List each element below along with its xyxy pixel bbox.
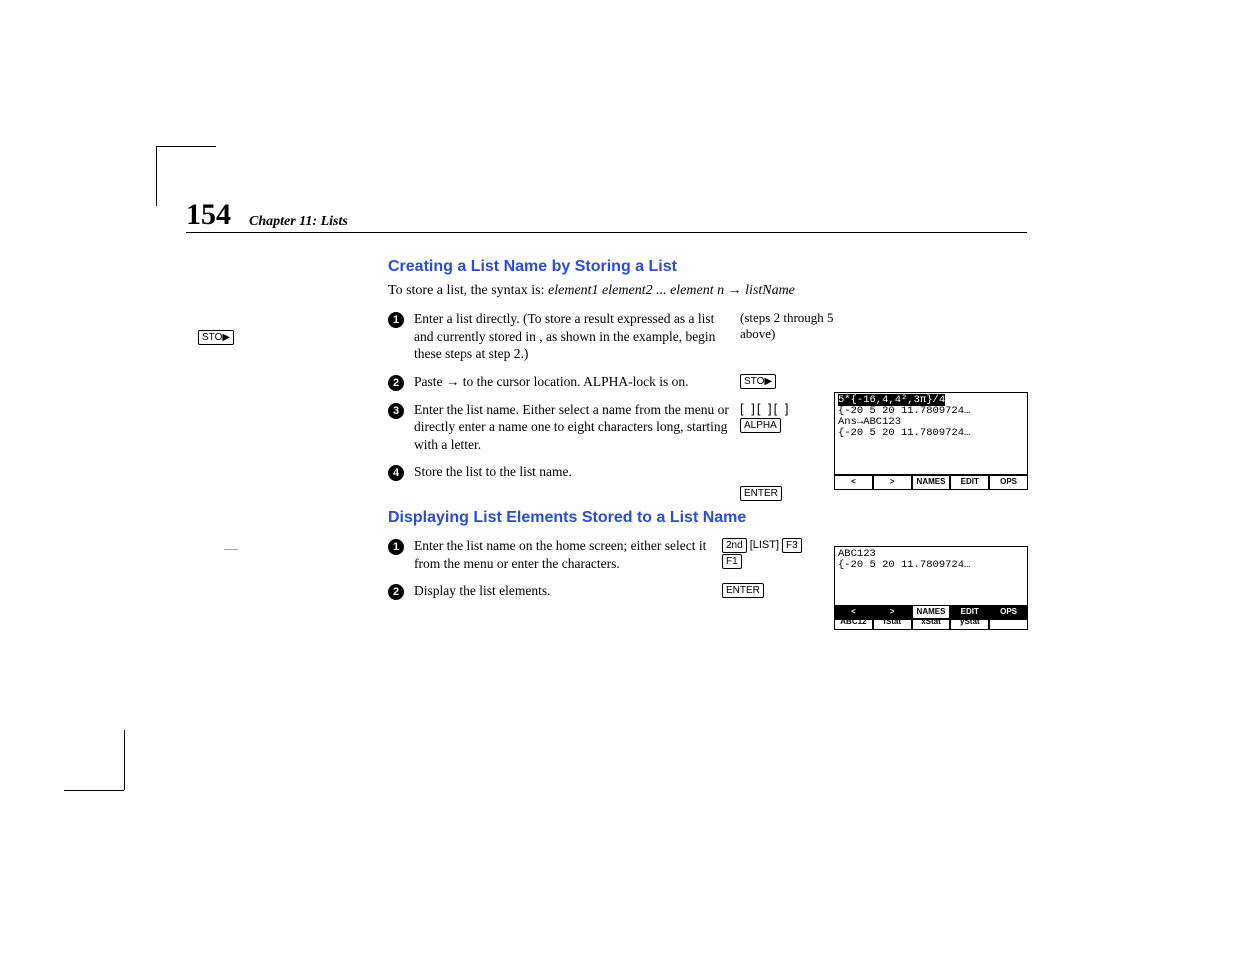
step-bullet: 1: [388, 312, 404, 328]
step-keys: STO▶: [740, 373, 860, 389]
step-text: Paste → to the cursor location. ALPHA-lo…: [414, 373, 740, 391]
text: to the cursor location. ALPHA-lock is on…: [463, 374, 689, 389]
calc-line: {-20 5 20 11.7809724…: [838, 427, 970, 439]
calc-line: {-20 5 20 11.7809724…: [838, 559, 970, 571]
syntax-listname: listName: [745, 283, 795, 298]
arrow-icon: →: [446, 374, 460, 389]
menu-cell: NAMES: [913, 476, 952, 489]
list-key-label: [LIST]: [750, 539, 779, 551]
step-text: Display the list elements.: [414, 582, 722, 600]
page-number: 154: [186, 200, 231, 230]
section-heading: Creating a List Name by Storing a List: [388, 258, 1028, 276]
section-heading: Displaying List Elements Stored to a Lis…: [388, 509, 1028, 527]
text: Enter the list name. Either select a nam…: [414, 402, 684, 417]
text: menu or enter the characters.: [464, 556, 620, 571]
step-bullet: 2: [388, 375, 404, 391]
syntax-line: To store a list, the syntax is: element1…: [388, 280, 1028, 300]
calc-menu-bottom: ABC12 fStat xStat yStat: [835, 616, 1027, 629]
syntax-elements: element1 element2 ... element n: [548, 283, 728, 298]
arrow-icon: →: [728, 281, 742, 297]
chapter-title: Chapter 11: Lists: [249, 214, 348, 230]
second-key-icon: 2nd: [722, 538, 747, 553]
menu-cell: OPS: [990, 476, 1027, 489]
menu-cell: xStat: [913, 616, 952, 629]
sto-key-icon: STO▶: [740, 374, 776, 389]
calculator-screen: ABC123 {-20 5 20 11.7809724… < > NAMES E…: [834, 546, 1028, 630]
crop-mark: [124, 730, 125, 790]
calc-output: ABC123 {-20 5 20 11.7809724…: [835, 547, 1027, 571]
calc-menu: < > NAMES EDIT OPS: [835, 474, 1027, 489]
alpha-key-icon: ALPHA: [740, 418, 781, 433]
f1-key-icon: F1: [722, 554, 742, 569]
calc-output: 5*{-16,4,4²,3π}/4 {-20 5 20 11.7809724… …: [835, 393, 1027, 439]
step-text: Enter the list name on the home screen; …: [414, 537, 722, 572]
text: Paste: [414, 374, 446, 389]
step-bullet: 4: [388, 465, 404, 481]
step-keys: 2nd [LIST] F3 F1: [722, 537, 842, 569]
enter-key-icon: ENTER: [740, 486, 782, 501]
menu-cell: EDIT: [951, 476, 990, 489]
intro-text: To store a list, the syntax is:: [388, 283, 548, 298]
menu-cell: [990, 616, 1027, 629]
menu-cell: ABC12: [835, 616, 874, 629]
menu-cell: >: [874, 476, 913, 489]
step-bullet: 2: [388, 584, 404, 600]
crop-mark: [64, 790, 124, 791]
f3-key-icon: F3: [782, 538, 802, 553]
menu-cell: yStat: [951, 616, 990, 629]
step-bullet: 1: [388, 539, 404, 555]
step-row: 1 Enter a list directly. (To store a res…: [388, 310, 1028, 363]
step-bullet: 3: [388, 403, 404, 419]
page-header: 154 Chapter 11: Lists: [186, 200, 1027, 233]
step-keys: (steps 2 through 5 above): [740, 310, 860, 342]
bracket-keys: [ ][ ][ ]: [740, 401, 791, 416]
menu-cell: <: [835, 476, 874, 489]
step-row: 2 Paste → to the cursor location. ALPHA-…: [388, 373, 1028, 391]
step-keys: ENTER: [722, 582, 842, 598]
crop-mark: [156, 146, 216, 147]
calculator-screen: 5*{-16,4,4²,3π}/4 {-20 5 20 11.7809724… …: [834, 392, 1028, 490]
menu-cell: fStat: [874, 616, 913, 629]
step-text: Enter the list name. Either select a nam…: [414, 401, 740, 454]
step-text: Enter a list directly. (To store a resul…: [414, 310, 740, 363]
enter-key-icon: ENTER: [722, 583, 764, 598]
crop-mark: [156, 146, 157, 206]
step-text: Store the list to the list name.: [414, 463, 740, 481]
